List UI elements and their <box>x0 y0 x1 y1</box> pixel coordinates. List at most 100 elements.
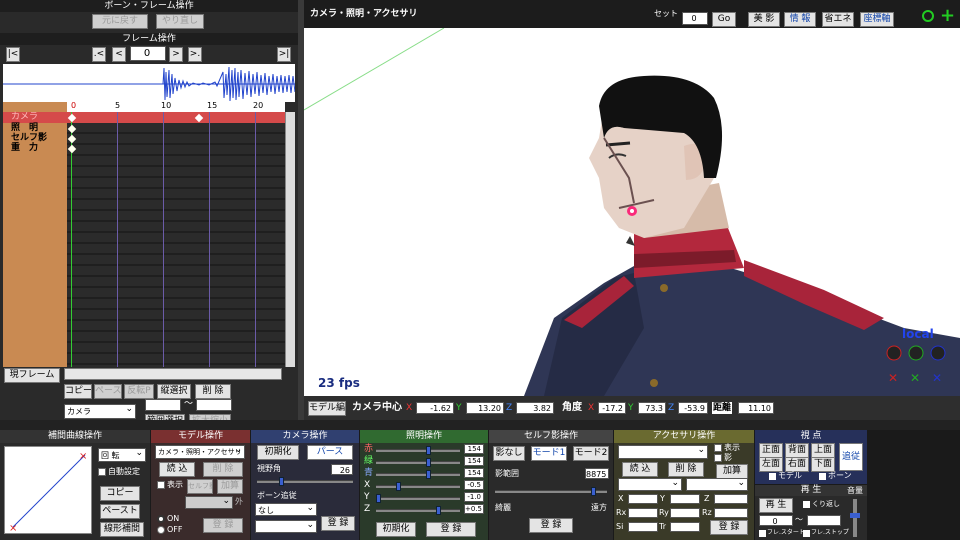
camera-center-x[interactable]: -1.62 <box>416 402 454 414</box>
set-frame-input[interactable]: 0 <box>682 12 708 25</box>
view-back-button[interactable]: 背面 <box>785 443 809 458</box>
repeat-checkbox[interactable] <box>803 501 810 508</box>
red-slider[interactable] <box>376 446 460 455</box>
model-load-button[interactable]: 読 込 <box>159 462 195 477</box>
go-button[interactable]: Go <box>712 12 736 27</box>
delete-frame-button[interactable]: 削 除 <box>195 384 231 399</box>
horizontal-scrollbar[interactable] <box>64 368 282 380</box>
acc-tr-input[interactable] <box>670 522 700 532</box>
camera-center-y[interactable]: 13.20 <box>466 402 504 414</box>
keyframe-marker[interactable] <box>67 134 77 144</box>
view-front-button[interactable]: 正面 <box>759 443 783 458</box>
green-input[interactable]: 154 <box>464 456 484 466</box>
light-x-input[interactable]: -0.5 <box>464 480 484 490</box>
play-from-input[interactable]: 0 <box>759 515 793 526</box>
blue-slider[interactable] <box>376 470 460 479</box>
outer-parent-select[interactable] <box>185 496 233 509</box>
view-model-checkbox[interactable] <box>769 473 776 480</box>
model-edit-button[interactable]: モデル編 <box>308 401 346 416</box>
toggle-info-button[interactable]: 情 報 <box>784 12 816 27</box>
interp-select[interactable]: 回 転 <box>98 448 146 462</box>
frame-number-input[interactable]: 0 <box>130 46 166 61</box>
frame-stop-checkbox[interactable] <box>803 530 810 537</box>
acc-rx-input[interactable] <box>628 508 658 518</box>
model-show-checkbox[interactable] <box>157 481 165 489</box>
accessory-register-button[interactable]: 登 録 <box>710 520 748 535</box>
model-register-button[interactable]: 登 録 <box>203 518 243 533</box>
light-y-slider[interactable] <box>376 494 460 503</box>
interp-copy-button[interactable]: コピー <box>100 486 140 501</box>
accessory-add-button[interactable]: 加算 <box>716 464 748 479</box>
keyframe-marker[interactable] <box>67 144 77 154</box>
timeline-scrollbar[interactable] <box>285 112 295 367</box>
linear-interp-button[interactable]: 線形補間 <box>100 522 144 537</box>
follow-bone-select[interactable] <box>255 520 317 533</box>
on-radio[interactable] <box>157 515 165 523</box>
accessory-parent-bone[interactable] <box>686 478 748 491</box>
accessory-select[interactable] <box>618 445 708 459</box>
camera-angle-z[interactable]: -53.9 <box>678 402 708 414</box>
light-register-button[interactable]: 登 録 <box>426 522 476 537</box>
prev-key-button[interactable]: .< <box>92 47 106 62</box>
view-bone-checkbox[interactable] <box>819 473 826 480</box>
auto-set-checkbox[interactable] <box>98 468 106 476</box>
camera-angle-y[interactable]: 73.3 <box>638 402 666 414</box>
keyframe-grid[interactable] <box>67 112 285 367</box>
first-frame-button[interactable]: |< <box>6 47 20 62</box>
perspective-button[interactable]: パース <box>307 445 353 460</box>
acc-x-input[interactable] <box>628 494 658 504</box>
accessory-show-checkbox[interactable] <box>714 444 722 452</box>
camera-reset-button[interactable]: 初期化 <box>257 445 299 460</box>
follow-model-select[interactable]: なし <box>255 503 317 516</box>
shadow-mode2-button[interactable]: モード2 <box>573 446 609 461</box>
track-label[interactable]: 重 力 <box>11 143 38 154</box>
fov-slider[interactable] <box>257 477 353 486</box>
model-delete-button[interactable]: 削 除 <box>203 462 243 477</box>
model-self-shadow-button[interactable]: セルフ影 <box>187 479 213 494</box>
shadow-range-slider[interactable] <box>495 487 607 496</box>
shadow-none-button[interactable]: 影なし <box>493 446 525 461</box>
camera-center-z[interactable]: 3.82 <box>516 402 554 414</box>
toggle-shadow-button[interactable]: 美 影 <box>748 12 780 27</box>
last-frame-button[interactable]: >| <box>277 47 291 62</box>
red-input[interactable]: 154 <box>464 444 484 454</box>
toggle-axis-button[interactable]: 座標軸 <box>860 12 894 27</box>
acc-y-input[interactable] <box>670 494 700 504</box>
play-button[interactable]: 再 生 <box>759 498 793 513</box>
camera-register-button[interactable]: 登 録 <box>321 516 355 531</box>
light-z-input[interactable]: +0.5 <box>464 504 484 514</box>
add-icon[interactable]: + <box>940 7 955 25</box>
acc-z-input[interactable] <box>714 494 748 504</box>
current-frame-button[interactable]: 現フレーム <box>4 368 60 383</box>
light-reset-button[interactable]: 初期化 <box>376 522 416 537</box>
reverse-paste-button[interactable]: 反転P <box>124 384 154 399</box>
acc-rz-input[interactable] <box>714 508 748 518</box>
vertical-select-button[interactable]: 縦選択 <box>157 384 191 399</box>
keyframe-marker[interactable] <box>67 124 77 134</box>
off-radio[interactable] <box>157 526 165 534</box>
track-row-selected[interactable]: カメラ <box>3 112 67 123</box>
accessory-shadow-checkbox[interactable] <box>714 454 722 462</box>
next-frame-button[interactable]: > <box>169 47 183 62</box>
range-start-input[interactable] <box>145 399 181 411</box>
camera-angle-x[interactable]: -17.2 <box>598 402 626 414</box>
frame-start-checkbox[interactable] <box>759 530 766 537</box>
model-add-button[interactable]: 加算 <box>217 479 243 494</box>
acc-si-input[interactable] <box>628 522 658 532</box>
toggle-eco-button[interactable]: 省エネ <box>822 12 854 27</box>
redo-button[interactable]: やり直し <box>156 14 204 29</box>
model-select-dropdown[interactable]: カメラ <box>64 404 136 419</box>
camera-distance[interactable]: 11.10 <box>738 402 774 414</box>
follow-button[interactable]: 追従 <box>839 443 863 471</box>
green-slider[interactable] <box>376 458 460 467</box>
blue-input[interactable]: 154 <box>464 468 484 478</box>
acc-ry-input[interactable] <box>670 508 700 518</box>
light-z-slider[interactable] <box>376 506 460 515</box>
accessory-parent-model[interactable] <box>618 478 682 491</box>
interp-paste-button[interactable]: ペースト <box>100 504 140 519</box>
play-to-input[interactable] <box>807 515 841 526</box>
volume-slider[interactable] <box>850 499 860 537</box>
shadow-mode1-button[interactable]: モード1 <box>531 446 567 461</box>
light-y-input[interactable]: -1.0 <box>464 492 484 502</box>
accessory-load-button[interactable]: 読 込 <box>622 462 658 477</box>
